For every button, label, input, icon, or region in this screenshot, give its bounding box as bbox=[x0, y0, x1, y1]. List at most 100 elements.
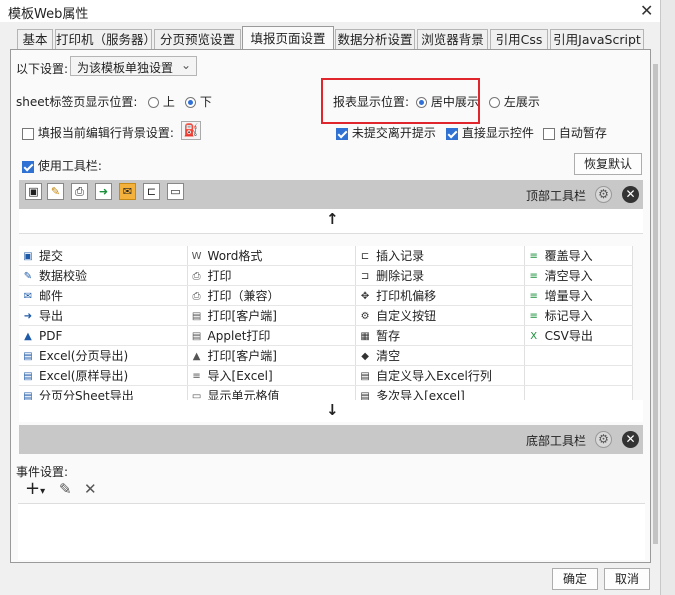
report-center-radio[interactable]: 居中展示 bbox=[416, 93, 479, 110]
tool-item[interactable]: W Word格式 bbox=[187, 246, 357, 266]
report-left-radio[interactable]: 左展示 bbox=[489, 93, 540, 110]
data-check-icon[interactable]: ✎ bbox=[47, 183, 64, 200]
ok-button[interactable]: 确定 bbox=[552, 568, 598, 590]
tool-item[interactable]: X CSV导出 bbox=[524, 325, 634, 346]
tab-fill-page[interactable]: 填报页面设置 bbox=[242, 26, 334, 51]
tab-css[interactable]: 引用Css bbox=[490, 29, 548, 49]
excel-original-export-icon: ▤ bbox=[23, 371, 33, 382]
tool-item[interactable]: ≡ 增量导入 bbox=[524, 285, 634, 306]
tool-item[interactable]: ▣ 提交 bbox=[19, 246, 188, 266]
scope-select[interactable]: 为该模板单独设置 ⌄ bbox=[70, 56, 197, 76]
tab-page-preview[interactable]: 分页预览设置 bbox=[154, 29, 241, 49]
fill-bg-checkbox[interactable]: 填报当前编辑行背景设置: bbox=[22, 124, 174, 141]
tool-item-label: 自定义按钮 bbox=[376, 309, 437, 323]
add-event-icon[interactable]: +▾ bbox=[25, 478, 45, 499]
export-icon: ➜ bbox=[23, 311, 33, 322]
save-icon[interactable]: ▣ bbox=[25, 183, 42, 200]
tool-item-label: PDF bbox=[39, 328, 63, 343]
save-icon: ▣ bbox=[23, 251, 33, 262]
tool-item-label: 插入记录 bbox=[376, 249, 425, 263]
tool-item-label: Excel(原样导出) bbox=[39, 369, 129, 383]
word-icon: W bbox=[191, 251, 202, 262]
direct-show-checkbox[interactable]: 直接显示控件 bbox=[446, 124, 534, 141]
tool-item-label: 导入[Excel] bbox=[207, 369, 273, 383]
bottom-toolbar-gear-icon[interactable]: ⚙ bbox=[595, 431, 612, 448]
tool-item-label: 打印（兼容） bbox=[207, 289, 280, 303]
delete-record-icon: ⊐ bbox=[360, 271, 370, 282]
cancel-button[interactable]: 取消 bbox=[604, 568, 650, 590]
arrow-down-icon[interactable]: ↓ bbox=[326, 401, 339, 419]
tool-item[interactable]: ⎙ 打印（兼容） bbox=[187, 285, 357, 306]
pdf-icon: ▲ bbox=[24, 330, 32, 342]
clear-import-icon: ≡ bbox=[529, 271, 538, 282]
tab-printer-server[interactable]: 打印机（服务器） bbox=[55, 29, 152, 49]
tool-item[interactable]: ≡ 覆盖导入 bbox=[524, 246, 634, 266]
excel-page-export-icon: ▤ bbox=[23, 351, 33, 362]
tab-data-analysis[interactable]: 数据分析设置 bbox=[335, 29, 415, 49]
tool-item[interactable]: ◆ 清空 bbox=[355, 345, 525, 366]
unsubmitted-checkbox[interactable]: 未提交离开提示 bbox=[336, 124, 436, 141]
tab-javascript[interactable]: 引用JavaScript bbox=[550, 29, 644, 49]
edit-event-icon[interactable]: ✎ bbox=[59, 480, 72, 498]
print-client-pdf-icon: ▲ bbox=[192, 351, 201, 362]
tool-item[interactable]: ▤ Applet打印 bbox=[187, 325, 357, 346]
insert-record-icon[interactable]: ⊏ bbox=[143, 183, 160, 200]
scope-label: 以下设置: bbox=[16, 62, 69, 76]
tool-item[interactable]: ≡ 标记导入 bbox=[524, 305, 634, 326]
tool-item[interactable]: ⊐ 删除记录 bbox=[355, 265, 525, 286]
tool-item[interactable]: ✎ 数据校验 bbox=[19, 265, 188, 286]
tool-item[interactable]: ≡ 导入[Excel] bbox=[187, 365, 357, 386]
tool-item[interactable]: ⎙ 打印 bbox=[187, 265, 357, 286]
move-down-row: ↓ bbox=[19, 400, 643, 422]
restore-default-button[interactable]: 恢复默认 bbox=[574, 153, 642, 175]
paint-bucket-icon[interactable]: ⛽ bbox=[181, 121, 201, 140]
export-icon[interactable]: ➜ bbox=[95, 183, 112, 200]
tool-item[interactable]: ▤ 自定义导入Excel行列 bbox=[355, 365, 525, 386]
bottom-toolbar-bar: 底部工具栏 ⚙ ✕ bbox=[19, 425, 643, 454]
data-check-icon: ✎ bbox=[23, 271, 33, 282]
tool-item[interactable]: ➜ 导出 bbox=[19, 305, 188, 326]
top-toolbar-gear-icon[interactable]: ⚙ bbox=[595, 186, 612, 203]
title-bar: 模板Web属性 ✕ bbox=[0, 0, 660, 22]
tab-browser-bg[interactable]: 浏览器背景 bbox=[417, 29, 488, 49]
top-toolbar-close-icon[interactable]: ✕ bbox=[622, 186, 639, 203]
mail-icon[interactable]: ✉ bbox=[119, 183, 136, 200]
tool-item[interactable]: ⚙ 自定义按钮 bbox=[355, 305, 525, 326]
show-cell-icon[interactable]: ▭ bbox=[167, 183, 184, 200]
window-close-icon[interactable]: ✕ bbox=[640, 1, 653, 20]
scrollbar-thumb[interactable] bbox=[653, 64, 658, 544]
sheet-bottom-radio[interactable]: 下 bbox=[185, 93, 212, 110]
tool-item[interactable]: ▦ 暂存 bbox=[355, 325, 525, 346]
empty-cell bbox=[524, 345, 634, 366]
bottom-toolbar-close-icon[interactable]: ✕ bbox=[622, 431, 639, 448]
print-icon[interactable]: ⎙ bbox=[71, 183, 88, 200]
tool-item[interactable]: ▤ 打印[客户端] bbox=[187, 305, 357, 326]
tool-item[interactable]: ▲ PDF bbox=[19, 325, 188, 346]
csv-export-icon: X bbox=[530, 331, 538, 342]
events-list[interactable] bbox=[18, 503, 645, 560]
tool-item[interactable]: ▤ Excel(原样导出) bbox=[19, 365, 188, 386]
tool-item[interactable]: ▲ 打印[客户端] bbox=[187, 345, 357, 366]
tool-item[interactable]: ▤ Excel(分页导出) bbox=[19, 345, 188, 366]
tool-item[interactable]: ✥ 打印机偏移 bbox=[355, 285, 525, 306]
tool-item-label: 删除记录 bbox=[376, 269, 425, 283]
tool-item[interactable]: ✉ 邮件 bbox=[19, 285, 188, 306]
overwrite-import-icon: ≡ bbox=[529, 251, 538, 262]
tool-row: ✎ 数据校验 ⎙ 打印 ⊐ 删除记录 ≡ 清空导入 bbox=[19, 265, 634, 286]
mark-import-icon: ≡ bbox=[529, 311, 538, 322]
tool-item[interactable]: ≡ 清空导入 bbox=[524, 265, 634, 286]
delete-event-icon[interactable]: ✕ bbox=[84, 480, 97, 498]
tool-item-label: Word格式 bbox=[207, 249, 263, 263]
tool-item-label: 打印机偏移 bbox=[376, 289, 437, 303]
mail-icon: ✉ bbox=[23, 291, 33, 302]
use-toolbar-checkbox[interactable]: 使用工具栏: bbox=[22, 157, 102, 174]
sheet-top-radio[interactable]: 上 bbox=[148, 93, 175, 110]
tool-item[interactable]: ⊏ 插入记录 bbox=[355, 246, 525, 266]
autosave-checkbox[interactable]: 自动暂存 bbox=[543, 124, 607, 141]
tab-basic[interactable]: 基本 bbox=[17, 29, 53, 49]
arrow-up-icon[interactable]: ↑ bbox=[326, 210, 339, 228]
scrollbar-track[interactable] bbox=[651, 50, 660, 563]
tool-item-label: 覆盖导入 bbox=[544, 249, 593, 263]
tool-row: ▤ Excel(原样导出) ≡ 导入[Excel] ▤ 自定义导入Excel行列 bbox=[19, 365, 634, 386]
import-excel-icon: ≡ bbox=[192, 371, 201, 382]
